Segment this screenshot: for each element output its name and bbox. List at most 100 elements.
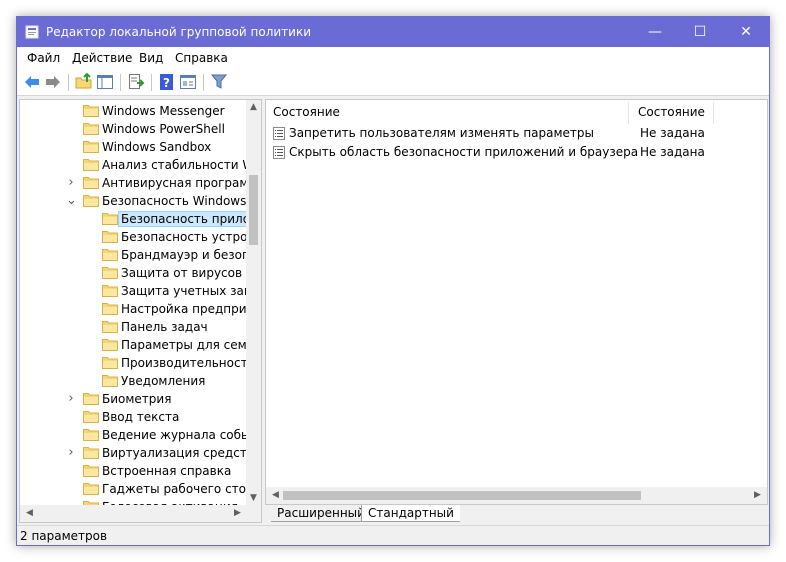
app-window: Редактор локальной групповой политики — … bbox=[16, 16, 770, 546]
column-divider[interactable] bbox=[713, 102, 714, 124]
tree-item[interactable]: › Антивирусная программа bbox=[20, 174, 247, 192]
tree-horizontal-scrollbar[interactable]: ◀ ▶ bbox=[20, 505, 261, 522]
scroll-right-icon[interactable]: ▶ bbox=[750, 488, 765, 503]
tree-item-label: Безопасность устройства bbox=[121, 230, 247, 244]
column-divider[interactable] bbox=[628, 102, 629, 124]
up-folder-icon[interactable] bbox=[75, 73, 93, 91]
close-button[interactable]: ✕ bbox=[723, 17, 769, 47]
help-icon[interactable]: ? bbox=[158, 73, 176, 91]
setting-name: Скрыть область безопасности приложений и… bbox=[289, 145, 639, 159]
tree-item[interactable]: Панель задач bbox=[20, 318, 247, 336]
tree-item-label: Защита от вирусов и угроз bbox=[121, 266, 247, 280]
toolbar-separator bbox=[203, 74, 204, 91]
tab-standard[interactable]: Стандартный bbox=[361, 505, 460, 522]
folder-icon bbox=[83, 141, 99, 153]
tree-item[interactable]: Встроенная справка bbox=[20, 462, 247, 480]
tree-item[interactable]: Уведомления bbox=[20, 372, 247, 390]
tree-item[interactable]: Ввод текста bbox=[20, 408, 247, 426]
tree-pane[interactable]: Windows Messenger Windows PowerShell Windo… bbox=[19, 99, 262, 523]
tree-item-label: Windows Messenger bbox=[102, 104, 225, 118]
minimize-button[interactable]: — bbox=[632, 17, 678, 47]
window-title: Редактор локальной групповой политики bbox=[46, 25, 312, 39]
menu-action[interactable]: Действие bbox=[72, 51, 132, 65]
tree-item[interactable]: › Биометрия bbox=[20, 390, 247, 408]
tree-item[interactable]: Защита учетных записей bbox=[20, 282, 247, 300]
tree-item[interactable]: Анализ стабильности Windows bbox=[20, 156, 247, 174]
tree-item-label: Безопасность приложений и браузера bbox=[117, 211, 247, 227]
tree-item-label: Ведение журнала событий bbox=[102, 428, 247, 442]
folder-icon bbox=[83, 465, 99, 477]
chevron-right-icon[interactable]: › bbox=[66, 176, 76, 189]
title-bar[interactable]: Редактор локальной групповой политики — … bbox=[17, 17, 769, 47]
scroll-up-icon[interactable]: ▲ bbox=[246, 100, 261, 115]
list-scroll-thumb[interactable] bbox=[283, 491, 641, 500]
filter-icon[interactable] bbox=[210, 73, 228, 91]
tree-item[interactable]: › Виртуализация средств bbox=[20, 444, 247, 462]
folder-icon bbox=[83, 393, 99, 405]
tree-item-label: Windows PowerShell bbox=[102, 122, 225, 136]
tree-item[interactable]: Безопасность устройства bbox=[20, 228, 247, 246]
tree-item-label: Настройка предприятия bbox=[121, 302, 247, 316]
menu-file[interactable]: Файл bbox=[27, 51, 60, 65]
folder-icon bbox=[83, 411, 99, 423]
tree-item[interactable]: ⌄ Безопасность Windows bbox=[20, 192, 247, 210]
chevron-right-icon[interactable]: › bbox=[66, 446, 76, 459]
tree-item-label: Анализ стабильности Windows bbox=[102, 158, 247, 172]
tree-item[interactable]: Параметры для семьи bbox=[20, 336, 247, 354]
maximize-button[interactable]: ☐ bbox=[677, 17, 723, 47]
tree-vertical-scrollbar[interactable]: ▲ ▼ bbox=[246, 100, 261, 506]
folder-icon bbox=[102, 213, 118, 225]
scroll-down-icon[interactable]: ▼ bbox=[246, 491, 261, 506]
folder-icon bbox=[83, 429, 99, 441]
tree-item-label: Гаджеты рабочего стола bbox=[102, 482, 247, 496]
tree-item-label: Панель задач bbox=[121, 320, 208, 334]
toolbar-separator bbox=[68, 74, 69, 91]
tree-item[interactable]: Настройка предприятия bbox=[20, 300, 247, 318]
setting-row[interactable]: Скрыть область безопасности приложений и… bbox=[266, 143, 767, 162]
folder-icon bbox=[102, 285, 118, 297]
folder-icon bbox=[83, 447, 99, 459]
scroll-left-icon[interactable]: ◀ bbox=[268, 488, 283, 503]
tree-item[interactable]: Гаджеты рабочего стола bbox=[20, 480, 247, 498]
setting-name: Запретить пользователям изменять парамет… bbox=[289, 126, 595, 140]
forward-icon[interactable] bbox=[44, 73, 62, 91]
tab-extended[interactable]: Расширенный bbox=[271, 505, 371, 522]
tree-item-label: Windows Sandbox bbox=[102, 140, 212, 154]
chevron-down-icon[interactable]: ⌄ bbox=[66, 194, 77, 207]
tree-item-label: Защита учетных записей bbox=[121, 284, 247, 298]
scroll-right-icon[interactable]: ▶ bbox=[230, 506, 245, 521]
setting-row[interactable]: Запретить пользователям изменять парамет… bbox=[266, 124, 767, 143]
folder-icon bbox=[102, 375, 118, 387]
menu-help[interactable]: Справка bbox=[175, 51, 228, 65]
folder-icon bbox=[83, 123, 99, 135]
tree-scroll-thumb[interactable] bbox=[249, 175, 258, 245]
tree-item-label: Ввод текста bbox=[102, 410, 180, 424]
folder-icon bbox=[102, 339, 118, 351]
folder-icon bbox=[102, 357, 118, 369]
folder-icon bbox=[83, 177, 99, 189]
tree-item-label: Параметры для семьи bbox=[121, 338, 247, 352]
column-header-state[interactable]: Состояние bbox=[638, 100, 705, 124]
chevron-right-icon[interactable]: › bbox=[66, 392, 76, 405]
setting-state: Не задана bbox=[640, 145, 705, 159]
properties-icon[interactable] bbox=[179, 73, 197, 91]
tree-item[interactable]: Безопасность приложений и браузера bbox=[20, 210, 247, 228]
svg-text:?: ? bbox=[163, 76, 170, 90]
scroll-left-icon[interactable]: ◀ bbox=[22, 506, 37, 521]
tree-item[interactable]: Windows Sandbox bbox=[20, 138, 247, 156]
back-icon[interactable] bbox=[23, 73, 41, 91]
tree-item[interactable]: Windows Messenger bbox=[20, 102, 247, 120]
list-horizontal-scrollbar[interactable]: ◀ ▶ bbox=[266, 487, 767, 504]
tree-item[interactable]: Производительность и работоспособность bbox=[20, 354, 247, 372]
show-hide-tree-icon[interactable] bbox=[96, 73, 114, 91]
tree-item[interactable]: Защита от вирусов и угроз bbox=[20, 264, 247, 282]
tree-item[interactable]: Windows PowerShell bbox=[20, 120, 247, 138]
menu-view[interactable]: Вид bbox=[139, 51, 163, 65]
export-list-icon[interactable] bbox=[127, 73, 145, 91]
tree-item[interactable]: Ведение журнала событий bbox=[20, 426, 247, 444]
setting-state: Не задана bbox=[640, 126, 705, 140]
settings-list-pane[interactable]: Состояние Состояние Запретить пользовате… bbox=[265, 99, 768, 505]
tree-view: Windows Messenger Windows PowerShell Windo… bbox=[20, 100, 247, 506]
tree-item[interactable]: Брандмауэр и безопасность сети bbox=[20, 246, 247, 264]
column-header-name[interactable]: Состояние bbox=[273, 100, 340, 124]
